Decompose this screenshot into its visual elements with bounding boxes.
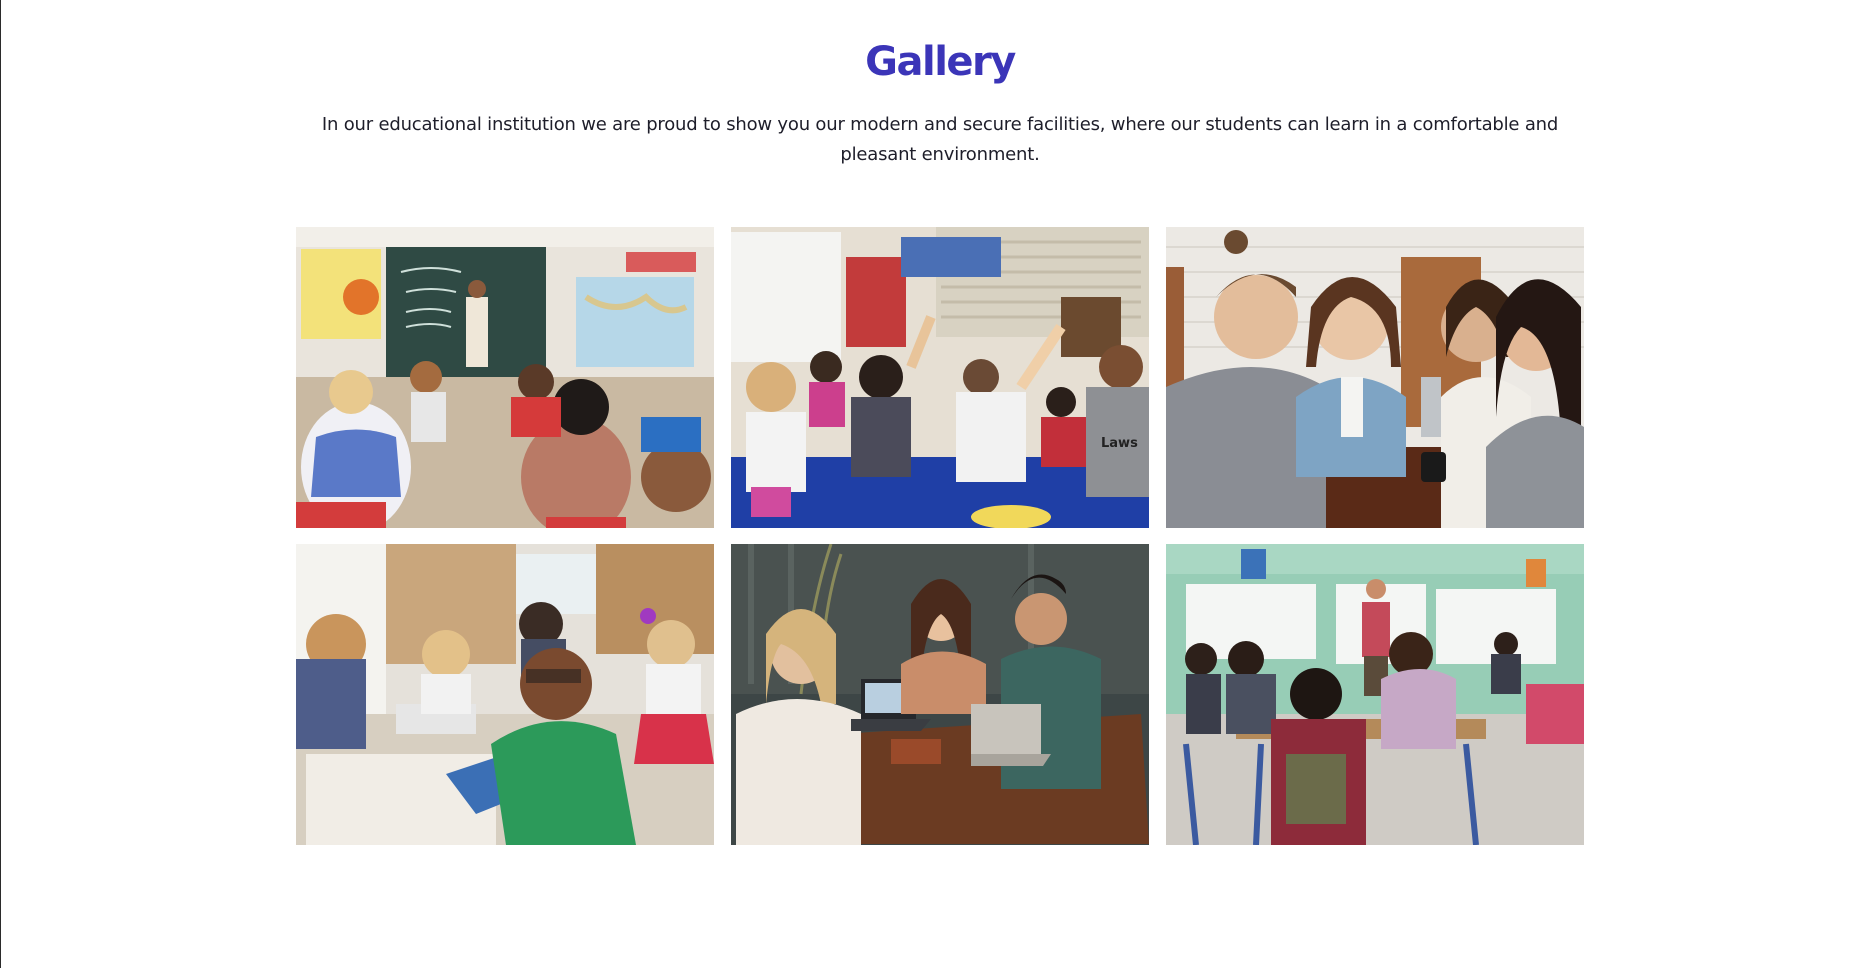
gallery-photo-classroom-teacher[interactable] — [296, 227, 714, 528]
young-adults-studying-image — [1166, 227, 1584, 528]
gallery-photo-children-carpet[interactable]: Laws — [731, 227, 1149, 528]
classroom-whiteboard-image — [1166, 544, 1584, 845]
gallery-photo-classroom-whiteboard[interactable] — [1166, 544, 1584, 845]
gallery-photo-young-adults-studying[interactable] — [1166, 227, 1584, 528]
gallery-photo-children-drawing[interactable] — [296, 544, 714, 845]
children-carpet-image: Laws — [731, 227, 1149, 528]
gallery-photo-students-laptops[interactable] — [731, 544, 1149, 845]
gallery-header: Gallery In our educational institution w… — [296, 30, 1584, 170]
students-laptops-image — [731, 544, 1149, 845]
left-border — [0, 0, 1, 968]
gallery-description: In our educational institution we are pr… — [321, 114, 1559, 165]
svg-text:Laws: Laws — [1101, 436, 1138, 451]
gallery-grid: Laws — [296, 227, 1584, 845]
gallery-title: Gallery — [865, 39, 1016, 85]
classroom-teacher-image — [296, 227, 714, 528]
page: Gallery In our educational institution w… — [0, 0, 1866, 968]
children-drawing-image — [296, 544, 714, 845]
